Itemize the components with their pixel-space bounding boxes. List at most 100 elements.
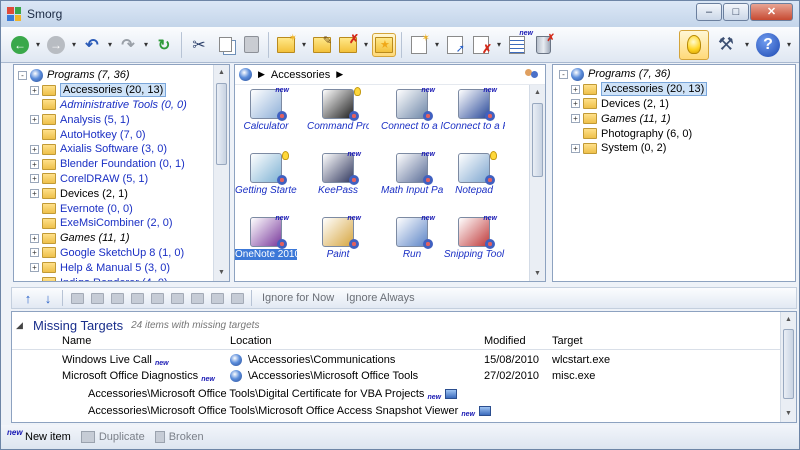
tree-row[interactable]: Indigo Renderer (4, 0) [14, 275, 213, 281]
tree-row[interactable]: + CorelDRAW (5, 1) [14, 172, 213, 187]
tree-row[interactable]: Administrative Tools (0, 0) [14, 98, 213, 113]
tree-row[interactable]: + Blender Foundation (0, 1) [14, 157, 213, 172]
missing-targets-list[interactable]: ◢ Missing Targets 24 items with missing … [11, 311, 797, 423]
shortcut-item[interactable]: Getting Started [235, 149, 297, 205]
user-group-icon[interactable] [525, 69, 539, 81]
split-button[interactable] [149, 290, 165, 306]
source-tree-pane[interactable]: - Programs (7, 36) + Accessories (20, 13) Ad… [13, 64, 230, 282]
shortcut-item[interactable]: new Run [381, 213, 443, 269]
shortcut-item[interactable]: new KeePass [307, 149, 369, 205]
shortcut-item[interactable]: new OneNote 2010 [235, 213, 297, 269]
tree-row[interactable]: + Analysis (5, 1) [14, 112, 213, 127]
collapse-icon[interactable]: - [18, 70, 27, 80]
back-button[interactable]: ← [8, 33, 32, 57]
replace-button[interactable] [209, 290, 225, 306]
tree-row[interactable]: + Devices (2, 1) [553, 97, 795, 112]
shortcut-item[interactable]: new Snipping Tool [443, 213, 505, 269]
expand-icon[interactable]: + [30, 189, 39, 199]
source-tree-scrollbar[interactable]: ▲ ▼ [213, 65, 229, 281]
ignore-for-now-button[interactable]: Ignore for Now [262, 292, 334, 304]
expand-icon[interactable]: + [30, 248, 39, 258]
scroll-up-arrow[interactable]: ▲ [530, 85, 545, 101]
shortcut-item[interactable]: new Math Input Panel [381, 149, 443, 205]
missing-list-scrollbar[interactable]: ▲ ▼ [780, 312, 796, 422]
shortcut-item[interactable]: new Calculator [235, 85, 297, 141]
refresh-button[interactable]: ↻ [152, 33, 176, 57]
shortcut-item[interactable]: Command Prompt [307, 85, 369, 141]
redo-button[interactable]: ↷ [116, 33, 140, 57]
new-folder-dropdown[interactable]: ▾ [300, 33, 308, 57]
forward-button[interactable]: → [44, 33, 68, 57]
close-button[interactable]: ✕ [750, 3, 793, 21]
new-shortcut-button[interactable]: ✶ [407, 33, 431, 57]
expand-icon[interactable]: + [30, 233, 39, 243]
column-target[interactable]: Target [552, 335, 583, 347]
paste-button[interactable] [239, 33, 263, 57]
programs-globe-icon[interactable] [239, 68, 252, 81]
duplicate-tool-button[interactable] [229, 290, 245, 306]
tools-dropdown[interactable]: ▾ [743, 33, 751, 57]
expand-icon[interactable]: + [30, 159, 39, 169]
cut-button[interactable]: ✂ [187, 33, 211, 57]
shortcut-item[interactable]: new Connect to a Network P... [381, 85, 443, 141]
scroll-thumb[interactable] [216, 83, 227, 165]
expand-icon[interactable]: + [30, 263, 39, 273]
undo-button[interactable]: ↶ [80, 33, 104, 57]
missing-row[interactable]: Microsoft Office Diagnostics new \Accesso… [12, 368, 780, 384]
expand-icon[interactable]: + [30, 174, 39, 184]
favorite-button[interactable]: ★ [372, 32, 396, 57]
column-name[interactable]: Name [62, 335, 91, 347]
tree-row[interactable]: + Games (11, 1) [553, 111, 795, 126]
remove-button[interactable]: ✗ [469, 33, 493, 57]
expand-icon[interactable]: + [571, 99, 580, 109]
back-dropdown[interactable]: ▾ [34, 33, 42, 57]
redo-dropdown[interactable]: ▾ [142, 33, 150, 57]
undo-dropdown[interactable]: ▾ [106, 33, 114, 57]
delete-dropdown[interactable]: ▾ [362, 33, 370, 57]
go-button[interactable] [69, 290, 85, 306]
shortcut-item[interactable]: Notepad [443, 149, 505, 205]
scroll-down-arrow[interactable]: ▼ [530, 266, 545, 281]
ignore-always-button[interactable]: Ignore Always [346, 292, 414, 304]
scroll-down-arrow[interactable]: ▼ [781, 406, 796, 422]
tree-row[interactable]: + Axialis Software (3, 0) [14, 142, 213, 157]
rename-button[interactable]: ✎ [310, 33, 334, 57]
move-up-button[interactable]: ↑ [20, 290, 36, 306]
tree-row[interactable]: Evernote (0, 0) [14, 201, 213, 216]
tree-row[interactable]: - Programs (7, 36) [553, 67, 795, 82]
item-view-scrollbar[interactable]: ▲ ▼ [529, 85, 545, 281]
expand-icon[interactable]: + [30, 85, 39, 95]
missing-row[interactable]: Windows Live Call new \Accessories\Commun… [12, 352, 780, 368]
scroll-thumb[interactable] [783, 329, 794, 399]
scroll-thumb[interactable] [532, 103, 543, 177]
tree-row[interactable]: ExeMsiCombiner (2, 0) [14, 216, 213, 231]
expand-icon[interactable]: + [571, 84, 580, 94]
comment-button[interactable] [89, 290, 105, 306]
scroll-up-arrow[interactable]: ▲ [214, 65, 229, 81]
tree-row[interactable]: + Help & Manual 5 (3, 0) [14, 260, 213, 275]
tools-button[interactable]: ⚒ [711, 30, 741, 60]
recycle-button[interactable]: ✗ [531, 33, 555, 57]
forward-dropdown[interactable]: ▾ [70, 33, 78, 57]
shortcut-item[interactable]: new Connect to a Projector [443, 85, 505, 141]
shortcut-item[interactable]: new Paint [307, 213, 369, 269]
scroll-down-arrow[interactable]: ▼ [214, 265, 229, 281]
merge-button[interactable] [129, 290, 145, 306]
item-view-pane[interactable]: ▶ Accessories ▶ new Calculator Command Pro… [234, 64, 546, 282]
target-tree-pane[interactable]: - Programs (7, 36) + Accessories (20, 13) + D… [552, 64, 796, 282]
help-dropdown[interactable]: ▾ [785, 33, 793, 57]
tree-row[interactable]: AutoHotkey (7, 0) [14, 127, 213, 142]
tips-button[interactable] [679, 29, 709, 60]
folder-button[interactable] [109, 290, 125, 306]
fix-button[interactable] [189, 290, 205, 306]
breadcrumb-item[interactable]: Accessories [271, 69, 330, 81]
maximize-button[interactable]: □ [723, 3, 749, 21]
tree-row[interactable]: + Accessories (20, 13) [14, 83, 213, 98]
breadcrumb-arrow-icon[interactable]: ▶ [258, 69, 265, 80]
help-button[interactable]: ? [753, 30, 783, 60]
expand-icon[interactable]: + [571, 114, 580, 124]
tree-row[interactable]: + Devices (2, 1) [14, 186, 213, 201]
delete-button[interactable]: ✗ [336, 32, 360, 57]
tree-row[interactable]: + Games (11, 1) [14, 231, 213, 246]
remove-dropdown[interactable]: ▾ [495, 33, 503, 57]
